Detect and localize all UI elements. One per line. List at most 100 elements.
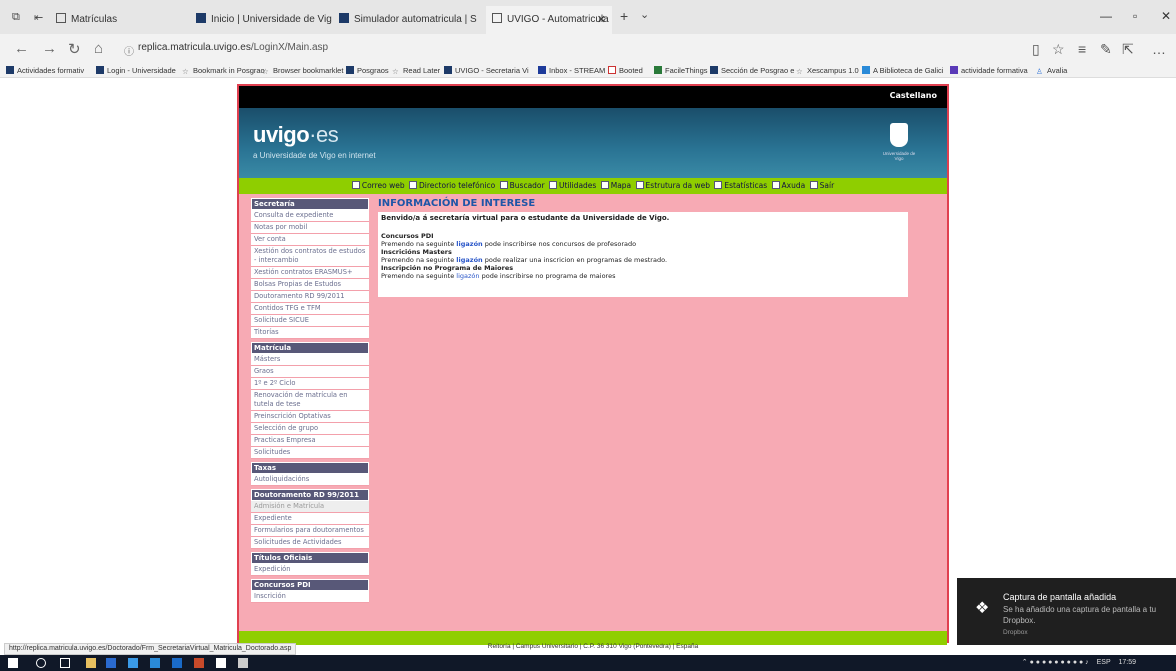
favorite-item[interactable]: Sección de Posgrao e (710, 66, 794, 75)
favorite-item[interactable]: FacileThings (654, 66, 708, 75)
share-icon[interactable]: ⇱ (1122, 41, 1134, 58)
app-icon[interactable] (238, 658, 248, 668)
sidebar-item[interactable]: Expediente (251, 513, 369, 525)
tab-manager-icon[interactable]: ⧉ (12, 11, 20, 24)
sidebar-item[interactable]: Formularios para doutoramentos (251, 525, 369, 537)
sidebar-item[interactable]: Xestión dos contratos de estudos - inter… (251, 246, 369, 267)
nav-mapa[interactable]: Mapa (600, 181, 631, 190)
tab-preview-chevron-icon[interactable]: ⌄ (640, 8, 649, 21)
sidebar-item[interactable]: Notas por mobil (251, 222, 369, 234)
file-explorer-icon[interactable] (86, 658, 96, 668)
sidebar-item[interactable]: Titorías (251, 327, 369, 339)
sidebar-item[interactable]: Solicitudes de Actividades (251, 537, 369, 549)
sidebar-item[interactable]: 1º e 2º Ciclo (251, 378, 369, 390)
sidebar-item[interactable]: Practicas Empresa (251, 435, 369, 447)
ligazon-link[interactable]: ligazón (456, 256, 482, 264)
sidebar-item[interactable]: Xestión contratos ERASMUS+ (251, 267, 369, 279)
tray-icons[interactable]: ⌃ ● ● ● ● ● ● ● ● ● ♪ (1022, 659, 1089, 666)
search-icon[interactable] (36, 658, 46, 668)
favorite-item[interactable]: ☆ Browser bookmarklet (262, 66, 343, 76)
ligazon-link[interactable]: ligazón (456, 272, 479, 280)
forward-icon[interactable]: → (42, 40, 57, 57)
tab-matriculas[interactable]: Matrículas (50, 6, 190, 34)
favorite-item[interactable]: A Biblioteca de Galici (862, 66, 943, 75)
favorite-item[interactable]: ☆ Read Later (392, 66, 440, 76)
set-aside-tabs-icon[interactable]: ⇤ (34, 11, 43, 24)
input-language[interactable]: ESP (1097, 659, 1111, 666)
address-bar-row: ← → ↻ ⌂ ⓘ replica.matricula.uvigo.es/Log… (0, 34, 1176, 64)
page-icon (56, 13, 66, 23)
address-input[interactable]: replica.matricula.uvigo.es/LoginX/Main.a… (138, 42, 328, 53)
favorite-item[interactable]: actividade formativa (950, 66, 1028, 75)
home-icon[interactable]: ⌂ (94, 40, 103, 57)
close-tab-icon[interactable]: ✕ (597, 6, 606, 34)
favorite-item[interactable]: ♙ Avalia (1036, 66, 1067, 76)
favorite-item[interactable]: Login - Universidade (96, 66, 176, 75)
refresh-icon[interactable]: ↻ (68, 40, 81, 58)
favorites-hub-icon[interactable]: ≡ (1078, 41, 1086, 57)
nav-utilidades[interactable]: Utilidades (549, 181, 596, 190)
sidebar-item[interactable]: Consulta de expediente (251, 210, 369, 222)
info-box: Benvido/a á secretaría virtual para o es… (378, 212, 908, 297)
clock-time[interactable]: 17:59 (1118, 659, 1136, 666)
reading-view-icon[interactable]: ▯ (1032, 41, 1040, 58)
section-text: Premendo na seguinte ligazón pode inscri… (381, 240, 637, 248)
uvigo-logo[interactable]: uvigo·es (253, 122, 339, 148)
sidebar-item[interactable]: Autoliquidacións (251, 474, 369, 486)
nav-estrutura[interactable]: Estrutura da web (635, 181, 710, 190)
more-icon[interactable]: … (1152, 41, 1166, 57)
nav-correo-web[interactable]: Correo web (351, 181, 405, 190)
app-icon[interactable] (194, 658, 204, 668)
sidebar-item[interactable]: Contidos TFG e TFM (251, 303, 369, 315)
nav-sair[interactable]: Saír (809, 181, 834, 190)
sidebar-item[interactable]: Solicitude SICUE (251, 315, 369, 327)
task-view-icon[interactable] (60, 658, 70, 668)
sidebar-item[interactable]: Expedición (251, 564, 369, 576)
language-link[interactable]: Castellano (890, 91, 937, 100)
sidebar-item[interactable]: Graos (251, 366, 369, 378)
sidebar-item[interactable]: Bolsas Propias de Estudos (251, 279, 369, 291)
tab-simulador[interactable]: Simulador automatricula | S (333, 6, 483, 34)
minimize-icon[interactable]: — (1100, 9, 1112, 23)
sidebar-item[interactable]: Másters (251, 354, 369, 366)
favorite-item[interactable]: ☆ Xescampus 1.0 (796, 66, 859, 76)
favorite-star-icon[interactable]: ☆ (1052, 41, 1065, 58)
sidebar-item[interactable]: Renovación de matrícula en tutela de tes… (251, 390, 369, 411)
windows-start-icon[interactable] (8, 658, 18, 668)
app-icon[interactable] (172, 658, 182, 668)
sidebar-item-active[interactable]: Admisión e Matrícula (251, 501, 369, 513)
nav-buscador[interactable]: Buscador (499, 181, 545, 190)
pen-icon[interactable]: ✎ (1100, 41, 1112, 58)
sidebar-menu: Secretaría Consulta de expediente Notas … (251, 198, 369, 603)
favorite-item[interactable]: Inbox - STREAM (538, 66, 605, 75)
back-icon[interactable]: ← (14, 40, 29, 57)
nav-estatisticas[interactable]: Estatísticas (714, 181, 767, 190)
notification-toast[interactable]: ❖ Captura de pantalla añadida Se ha añad… (957, 578, 1176, 645)
favorite-item[interactable]: Booted (608, 66, 643, 75)
favorite-item[interactable]: UVIGO - Secretaria Vi (444, 66, 529, 75)
tab-inicio-uvigo[interactable]: Inicio | Universidade de Vig (190, 6, 332, 34)
web-content: Castellano uvigo·es a Universidade de Vi… (0, 78, 1176, 650)
welcome-text: Benvido/a á secretaría virtual para o es… (381, 214, 670, 222)
sidebar-item[interactable]: Ver conta (251, 234, 369, 246)
app-icon[interactable] (150, 658, 160, 668)
restore-icon[interactable]: ▫ (1133, 9, 1137, 23)
sidebar-item[interactable]: Doutoramento RD 99/2011 (251, 291, 369, 303)
sidebar-item[interactable]: Preinscrición Optativas (251, 411, 369, 423)
tab-uvigo-automatricula[interactable]: UVIGO - Automatricula ✕ (486, 6, 612, 34)
nav-directorio[interactable]: Directorio telefónico (409, 181, 495, 190)
close-window-icon[interactable]: ✕ (1161, 9, 1171, 23)
nav-axuda[interactable]: Axuda (771, 181, 805, 190)
new-tab-icon[interactable]: + (620, 8, 628, 24)
app-icon[interactable] (216, 658, 226, 668)
sidebar-item[interactable]: Inscrición (251, 591, 369, 603)
sidebar-item[interactable]: Selección de grupo (251, 423, 369, 435)
sidebar-item[interactable]: Solicitudes (251, 447, 369, 459)
favorite-item[interactable]: Actividades formativ (6, 66, 84, 75)
taskbar: ⌃ ● ● ● ● ● ● ● ● ● ♪ ESP 17:59 (0, 655, 1176, 671)
favorite-item[interactable]: ☆ Bookmark in Posgrao (182, 66, 265, 76)
edge-icon[interactable] (128, 658, 138, 668)
favorite-item[interactable]: Posgraos (346, 66, 389, 75)
app-icon[interactable] (106, 658, 116, 668)
ligazon-link[interactable]: ligazón (456, 240, 482, 248)
